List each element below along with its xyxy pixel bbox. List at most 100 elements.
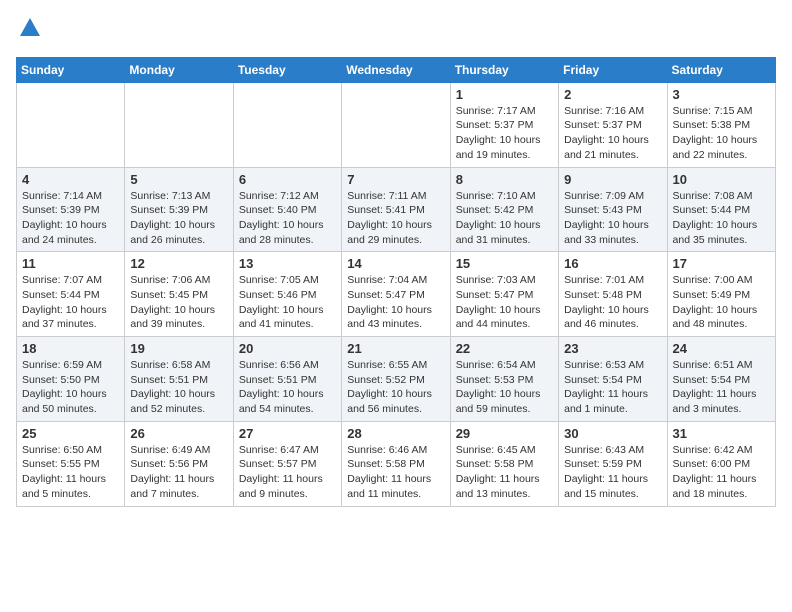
calendar-cell: 4Sunrise: 7:14 AM Sunset: 5:39 PM Daylig… (17, 167, 125, 252)
logo (16, 16, 42, 45)
day-number: 18 (22, 341, 119, 356)
header-wednesday: Wednesday (342, 57, 450, 82)
calendar-cell: 3 Sunrise: 7:15 AM Sunset: 5:38 PM Daylig… (667, 82, 775, 167)
day-number: 20 (239, 341, 336, 356)
calendar-cell: 2 Sunrise: 7:16 AM Sunset: 5:37 PM Daylig… (559, 82, 667, 167)
calendar-cell: 9 Sunrise: 7:09 AM Sunset: 5:43 PM Daylig… (559, 167, 667, 252)
day-number: 27 (239, 426, 336, 441)
day-number: 2 (564, 87, 661, 102)
calendar-cell: 12Sunrise: 7:06 AM Sunset: 5:45 PM Dayli… (125, 252, 233, 337)
calendar-cell: 1 Sunrise: 7:17 AM Sunset: 5:37 PM Daylig… (450, 82, 558, 167)
day-info: Sunrise: 6:54 AM Sunset: 5:53 PM Dayligh… (456, 358, 553, 417)
day-number: 6 (239, 172, 336, 187)
day-info: Sunrise: 6:50 AM Sunset: 5:55 PM Dayligh… (22, 443, 119, 502)
day-info: Sunrise: 6:59 AM Sunset: 5:50 PM Dayligh… (22, 358, 119, 417)
day-number: 16 (564, 256, 661, 271)
day-number: 7 (347, 172, 444, 187)
header-row: SundayMondayTuesdayWednesdayThursdayFrid… (17, 57, 776, 82)
day-number: 26 (130, 426, 227, 441)
day-info: Sunrise: 6:45 AM Sunset: 5:58 PM Dayligh… (456, 443, 553, 502)
calendar-cell: 19 Sunrise: 6:58 AM Sunset: 5:51 PM Dayli… (125, 337, 233, 422)
day-info: Sunrise: 6:51 AM Sunset: 5:54 PM Dayligh… (673, 358, 770, 417)
day-number: 5 (130, 172, 227, 187)
calendar-cell: 6 Sunrise: 7:12 AM Sunset: 5:40 PM Daylig… (233, 167, 341, 252)
day-info: Sunrise: 6:55 AM Sunset: 5:52 PM Dayligh… (347, 358, 444, 417)
calendar-cell: 29 Sunrise: 6:45 AM Sunset: 5:58 PM Dayli… (450, 421, 558, 506)
day-number: 28 (347, 426, 444, 441)
day-number: 24 (673, 341, 770, 356)
day-info: Sunrise: 6:47 AM Sunset: 5:57 PM Dayligh… (239, 443, 336, 502)
day-info: Sunrise: 7:17 AM Sunset: 5:37 PM Dayligh… (456, 104, 553, 163)
calendar-row-2: 11 Sunrise: 7:07 AM Sunset: 5:44 PM Dayli… (17, 252, 776, 337)
calendar-cell (125, 82, 233, 167)
day-info: Sunrise: 7:03 AM Sunset: 5:47 PM Dayligh… (456, 273, 553, 332)
day-info: Sunrise: 7:11 AM Sunset: 5:41 PM Dayligh… (347, 189, 444, 248)
day-number: 1 (456, 87, 553, 102)
calendar-cell (233, 82, 341, 167)
day-number: 13 (239, 256, 336, 271)
calendar-row-3: 18 Sunrise: 6:59 AM Sunset: 5:50 PM Dayli… (17, 337, 776, 422)
day-number: 10 (673, 172, 770, 187)
day-number: 19 (130, 341, 227, 356)
calendar-table: SundayMondayTuesdayWednesdayThursdayFrid… (16, 57, 776, 507)
day-info: Sunrise: 6:43 AM Sunset: 5:59 PM Dayligh… (564, 443, 661, 502)
calendar-cell: 31 Sunrise: 6:42 AM Sunset: 6:00 PM Dayli… (667, 421, 775, 506)
calendar-row-0: 1 Sunrise: 7:17 AM Sunset: 5:37 PM Daylig… (17, 82, 776, 167)
calendar-cell (342, 82, 450, 167)
calendar-cell: 17Sunrise: 7:00 AM Sunset: 5:49 PM Dayli… (667, 252, 775, 337)
day-info: Sunrise: 7:08 AM Sunset: 5:44 PM Dayligh… (673, 189, 770, 248)
day-info: Sunrise: 6:58 AM Sunset: 5:51 PM Dayligh… (130, 358, 227, 417)
day-number: 14 (347, 256, 444, 271)
calendar-cell: 20 Sunrise: 6:56 AM Sunset: 5:51 PM Dayli… (233, 337, 341, 422)
header-sunday: Sunday (17, 57, 125, 82)
day-info: Sunrise: 7:00 AM Sunset: 5:49 PM Dayligh… (673, 273, 770, 332)
day-info: Sunrise: 7:05 AM Sunset: 5:46 PM Dayligh… (239, 273, 336, 332)
day-info: Sunrise: 6:42 AM Sunset: 6:00 PM Dayligh… (673, 443, 770, 502)
day-info: Sunrise: 6:49 AM Sunset: 5:56 PM Dayligh… (130, 443, 227, 502)
day-number: 23 (564, 341, 661, 356)
calendar-cell: 25 Sunrise: 6:50 AM Sunset: 5:55 PM Dayli… (17, 421, 125, 506)
header-friday: Friday (559, 57, 667, 82)
header-tuesday: Tuesday (233, 57, 341, 82)
calendar-cell: 27 Sunrise: 6:47 AM Sunset: 5:57 PM Dayli… (233, 421, 341, 506)
calendar-cell: 8 Sunrise: 7:10 AM Sunset: 5:42 PM Daylig… (450, 167, 558, 252)
day-number: 25 (22, 426, 119, 441)
day-info: Sunrise: 7:07 AM Sunset: 5:44 PM Dayligh… (22, 273, 119, 332)
day-info: Sunrise: 6:56 AM Sunset: 5:51 PM Dayligh… (239, 358, 336, 417)
calendar-cell: 28 Sunrise: 6:46 AM Sunset: 5:58 PM Dayli… (342, 421, 450, 506)
day-number: 4 (22, 172, 119, 187)
calendar-cell: 26 Sunrise: 6:49 AM Sunset: 5:56 PM Dayli… (125, 421, 233, 506)
day-info: Sunrise: 7:09 AM Sunset: 5:43 PM Dayligh… (564, 189, 661, 248)
day-number: 9 (564, 172, 661, 187)
calendar-cell: 22 Sunrise: 6:54 AM Sunset: 5:53 PM Dayli… (450, 337, 558, 422)
day-info: Sunrise: 7:15 AM Sunset: 5:38 PM Dayligh… (673, 104, 770, 163)
day-info: Sunrise: 7:10 AM Sunset: 5:42 PM Dayligh… (456, 189, 553, 248)
calendar-row-1: 4Sunrise: 7:14 AM Sunset: 5:39 PM Daylig… (17, 167, 776, 252)
day-info: Sunrise: 7:04 AM Sunset: 5:47 PM Dayligh… (347, 273, 444, 332)
header-saturday: Saturday (667, 57, 775, 82)
calendar-row-4: 25 Sunrise: 6:50 AM Sunset: 5:55 PM Dayli… (17, 421, 776, 506)
day-number: 8 (456, 172, 553, 187)
day-number: 29 (456, 426, 553, 441)
calendar-cell: 24 Sunrise: 6:51 AM Sunset: 5:54 PM Dayli… (667, 337, 775, 422)
day-number: 22 (456, 341, 553, 356)
calendar-cell: 14 Sunrise: 7:04 AM Sunset: 5:47 PM Dayli… (342, 252, 450, 337)
day-number: 30 (564, 426, 661, 441)
calendar-cell: 18 Sunrise: 6:59 AM Sunset: 5:50 PM Dayli… (17, 337, 125, 422)
calendar-cell: 15Sunrise: 7:03 AM Sunset: 5:47 PM Dayli… (450, 252, 558, 337)
calendar-cell: 13 Sunrise: 7:05 AM Sunset: 5:46 PM Dayli… (233, 252, 341, 337)
header-thursday: Thursday (450, 57, 558, 82)
day-number: 21 (347, 341, 444, 356)
calendar-cell: 30 Sunrise: 6:43 AM Sunset: 5:59 PM Dayli… (559, 421, 667, 506)
calendar-cell (17, 82, 125, 167)
day-number: 31 (673, 426, 770, 441)
day-number: 11 (22, 256, 119, 271)
day-info: Sunrise: 7:16 AM Sunset: 5:37 PM Dayligh… (564, 104, 661, 163)
day-info: Sunrise: 6:53 AM Sunset: 5:54 PM Dayligh… (564, 358, 661, 417)
day-info: Sunrise: 7:12 AM Sunset: 5:40 PM Dayligh… (239, 189, 336, 248)
calendar-cell: 10 Sunrise: 7:08 AM Sunset: 5:44 PM Dayli… (667, 167, 775, 252)
calendar-cell: 16Sunrise: 7:01 AM Sunset: 5:48 PM Dayli… (559, 252, 667, 337)
day-number: 3 (673, 87, 770, 102)
day-info: Sunrise: 6:46 AM Sunset: 5:58 PM Dayligh… (347, 443, 444, 502)
header-monday: Monday (125, 57, 233, 82)
